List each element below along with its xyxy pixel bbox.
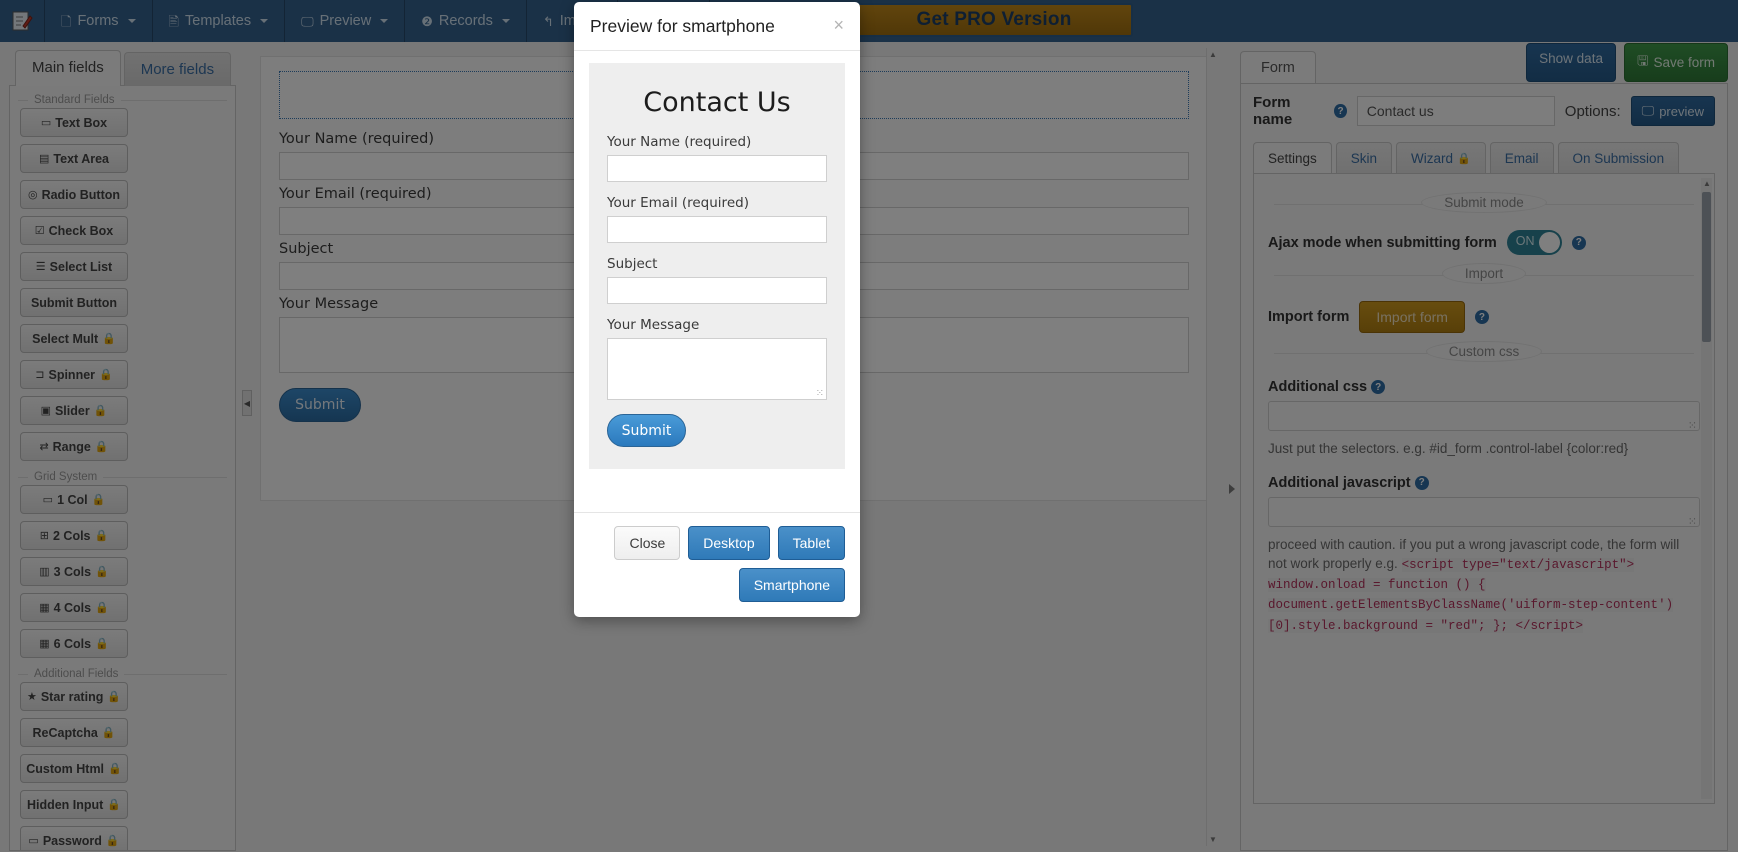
preview-input-your-name[interactable]	[607, 155, 827, 182]
preview-field-label: Your Email (required)	[607, 195, 749, 211]
modal-footer: Close Desktop Tablet Smartphone	[574, 512, 860, 617]
modal-body: Contact Us Your Name (required) Your Ema…	[574, 51, 860, 512]
tablet-button[interactable]: Tablet	[777, 526, 845, 560]
preview-modal: Preview for smartphone × Contact Us Your…	[574, 2, 860, 617]
close-icon[interactable]: ×	[833, 16, 844, 34]
desktop-button[interactable]: Desktop	[688, 526, 770, 560]
modal-header: Preview for smartphone ×	[574, 2, 860, 51]
preview-input-subject[interactable]	[607, 277, 827, 304]
preview-heading: Contact Us	[643, 87, 791, 118]
smartphone-button[interactable]: Smartphone	[738, 568, 845, 602]
preview-submit-button[interactable]: Submit	[607, 414, 686, 447]
preview-field-label: Your Message	[607, 317, 700, 333]
preview-input-your-email[interactable]	[607, 216, 827, 243]
modal-backdrop[interactable]	[0, 0, 1738, 852]
preview-field-label: Your Name (required)	[607, 134, 752, 150]
form-preview-frame: Contact Us Your Name (required) Your Ema…	[589, 63, 845, 469]
close-button[interactable]: Close	[614, 526, 681, 560]
preview-textarea-your-message[interactable]	[607, 338, 827, 400]
preview-field-label: Subject	[607, 256, 658, 272]
modal-title: Preview for smartphone	[590, 16, 775, 36]
